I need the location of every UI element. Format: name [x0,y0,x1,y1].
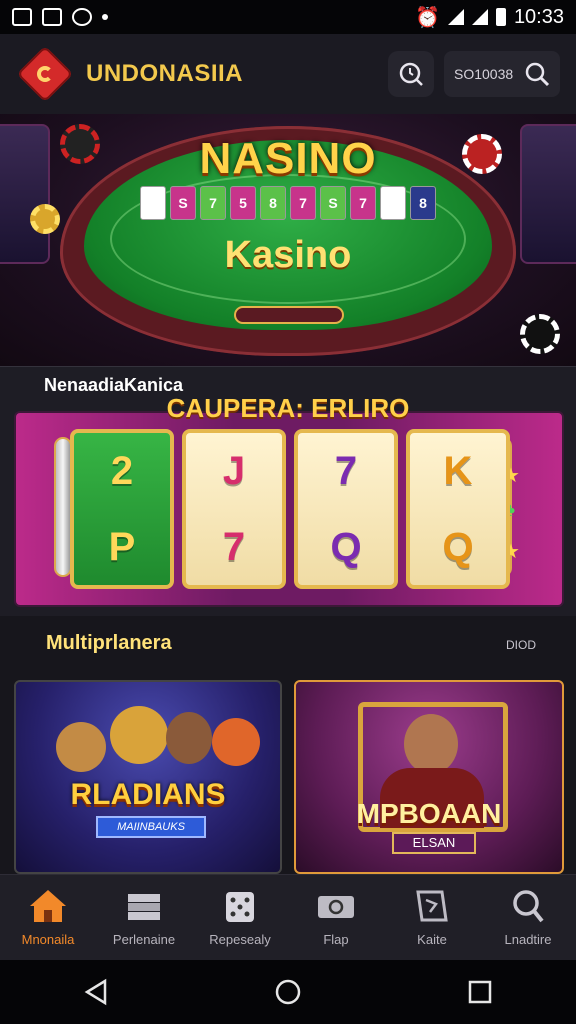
reel-symbol: Q [442,524,474,569]
reel-symbol: 7 [222,524,246,569]
character-art [56,722,106,772]
character-art [404,714,458,774]
signal-icon [471,9,488,25]
app-header: UNDONASIIA SO10038 [0,34,576,114]
home-icon [28,888,68,924]
image-icon [42,8,62,26]
app-title: UNDONASIIA [86,60,244,87]
bottom-nav: Mnonaila Perlenaine Repesealy Flap Kaite… [0,874,576,960]
hero-title: NASINO [199,134,377,183]
reel-symbol: P [108,524,136,569]
section-title: Multiprlanera [46,632,172,654]
hero-subtitle: Kasino [224,234,352,276]
notification-dot-icon [102,14,108,20]
multiplayer-section: Multiprlanera DIOD RLADIANS MAIINBAUKS M… [0,616,576,874]
table-slot [234,306,344,324]
playing-card: 7 [290,186,316,220]
nav-label: Kaite [417,932,447,947]
playing-card: 8 [380,186,406,220]
game-tag: ELSAN [392,832,476,854]
playing-card: 7 [140,186,166,220]
reel-symbol: J [222,448,246,493]
game-tag: MAIINBAUKS [96,816,206,838]
search-text: SO10038 [454,66,514,82]
playing-card: 5 [230,186,256,220]
reel: K Q [406,429,510,589]
gallery-icon [12,8,32,26]
nav-label: Lnadtire [504,932,552,947]
playing-card: 8 [260,186,286,220]
alarm-icon: ⏰ [415,6,440,29]
character-art [212,718,260,766]
nav-item-map[interactable]: Kaite [384,875,480,960]
dice-icon [220,888,260,924]
character-art [166,712,212,764]
hero-banner[interactable]: NASINO 7 S 7 5 8 7 S 7 8 8 Kasino [0,114,576,366]
game-title: MPBOAAN [296,798,562,830]
system-nav-bar [0,960,576,1024]
nav-item-chips[interactable]: Perlenaine [96,875,192,960]
nav-item-dice[interactable]: Repesealy [192,875,288,960]
nav-label: Repesealy [209,932,271,947]
reel-symbol: Q [330,524,362,569]
reel-symbol: 2 [110,448,134,493]
nav-label: Flap [323,932,349,947]
reel: J 7 [182,429,286,589]
character-art [110,706,168,764]
battery-icon [495,8,506,26]
game-card[interactable]: MPBOAAN ELSAN [294,680,564,874]
app-logo[interactable] [16,45,74,103]
reel-row: 2 P J 7 7 Q K Q [70,429,510,589]
back-icon[interactable] [81,977,111,1007]
card-row: 7 S 7 5 8 7 S 7 8 8 [0,186,576,220]
game-title: RLADIANS [70,778,226,811]
nav-item-home[interactable]: Mnonaila [0,875,96,960]
status-bar: ⏰ 10:33 [0,0,576,34]
slot-title: CAUPERA: ERLIRO [166,393,410,423]
see-more-link[interactable]: DIOD [506,638,536,652]
clock: 10:33 [513,5,564,28]
reel-symbol: K [443,448,473,493]
nav-label: Perlenaine [112,932,176,947]
nav-item-search[interactable]: Lnadtire [480,875,576,960]
search-icon [508,888,548,924]
slot-section: NenaadiaKanica CAUPERA: ERLIRO ★ ♣ ★ 2 P… [0,366,576,616]
wifi-icon [447,9,464,25]
map-icon [412,888,452,924]
playing-card: 8 [410,186,436,220]
nav-item-ticket[interactable]: Flap [288,875,384,960]
recents-icon[interactable] [465,977,495,1007]
playing-card: S [170,186,196,220]
ticket-icon [316,888,356,924]
search-icon [525,62,550,87]
reel: 7 Q [294,429,398,589]
playing-card: 7 [200,186,226,220]
home-circle-icon[interactable] [273,977,303,1007]
playing-card: S [320,186,346,220]
reel-symbol: 7 [334,448,358,493]
nav-label: Mnonaila [21,932,75,947]
search-input[interactable]: SO10038 [444,51,560,97]
sync-icon [72,8,92,26]
playing-card: 7 [350,186,376,220]
rewards-button[interactable] [388,51,434,97]
chips-icon [124,888,164,924]
game-card[interactable]: RLADIANS MAIINBAUKS [14,680,282,874]
reel: 2 P [70,429,174,589]
clock-search-icon [399,62,423,86]
